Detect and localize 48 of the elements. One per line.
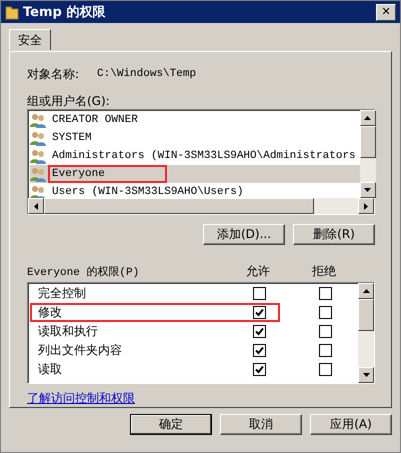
permission-name: 读取 xyxy=(38,361,63,378)
object-name-value: C:\Windows\Temp xyxy=(97,68,196,80)
permission-name: 列出文件夹内容 xyxy=(38,342,123,359)
dialog-button[interactable]: 应用(A) xyxy=(310,414,392,435)
close-button[interactable]: ✕ xyxy=(376,4,396,20)
user-list-item[interactable]: SYSTEM xyxy=(30,129,360,147)
folder-icon xyxy=(5,4,19,20)
vertical-scrollbar[interactable] xyxy=(358,283,374,383)
scroll-left-icon[interactable] xyxy=(34,202,38,210)
dialog-button[interactable]: 删除(R) xyxy=(293,224,375,245)
allow-checkbox[interactable] xyxy=(252,287,266,300)
deny-checkbox[interactable] xyxy=(318,325,332,338)
dialog-button[interactable]: 确定 xyxy=(130,414,212,435)
scroll-down-icon[interactable] xyxy=(362,373,370,377)
users-icon xyxy=(30,166,46,182)
permission-name: 完全控制 xyxy=(38,285,87,302)
deny-checkbox[interactable] xyxy=(318,363,332,376)
dialog-button[interactable]: 取消 xyxy=(220,414,302,435)
vertical-scrollbar[interactable] xyxy=(360,110,376,198)
object-name-label: 对象名称: xyxy=(27,66,80,82)
scroll-down-icon[interactable] xyxy=(364,188,372,192)
deny-checkbox[interactable] xyxy=(318,306,332,319)
scroll-right-icon[interactable] xyxy=(364,202,368,210)
groups-label: 组或用户名(G): xyxy=(27,93,111,109)
deny-checkbox[interactable] xyxy=(318,344,332,357)
permissions-label: Everyone 的权限(P) xyxy=(27,265,140,278)
scroll-up-icon[interactable] xyxy=(364,116,372,120)
permission-name: 读取和执行 xyxy=(38,323,99,340)
user-list-item[interactable]: Everyone xyxy=(30,165,360,183)
user-list-item[interactable]: CREATOR OWNER xyxy=(30,111,360,129)
dialog-button[interactable]: 添加(D)... xyxy=(203,224,285,245)
users-icon xyxy=(30,130,46,146)
help-link[interactable]: 了解访问控制和权限 xyxy=(27,390,135,407)
horizontal-scrollbar[interactable] xyxy=(28,198,374,214)
users-icon xyxy=(30,148,46,164)
users-icon xyxy=(30,112,46,128)
deny-header: 拒绝 xyxy=(311,262,337,280)
allow-header: 允许 xyxy=(245,262,271,280)
deny-checkbox[interactable] xyxy=(318,287,332,300)
allow-checkbox[interactable] xyxy=(252,344,266,357)
allow-checkbox[interactable] xyxy=(252,325,266,338)
user-list-item[interactable]: Administrators (WIN-3SM33LS9AHO\Administrators xyxy=(30,147,360,165)
allow-checkbox[interactable] xyxy=(252,363,266,376)
tab[interactable]: 安全 xyxy=(9,29,51,50)
permission-name: 修改 xyxy=(38,304,63,321)
window-title: Temp 的权限 xyxy=(23,4,106,21)
allow-checkbox[interactable] xyxy=(252,306,266,319)
scroll-up-icon[interactable] xyxy=(362,289,370,293)
